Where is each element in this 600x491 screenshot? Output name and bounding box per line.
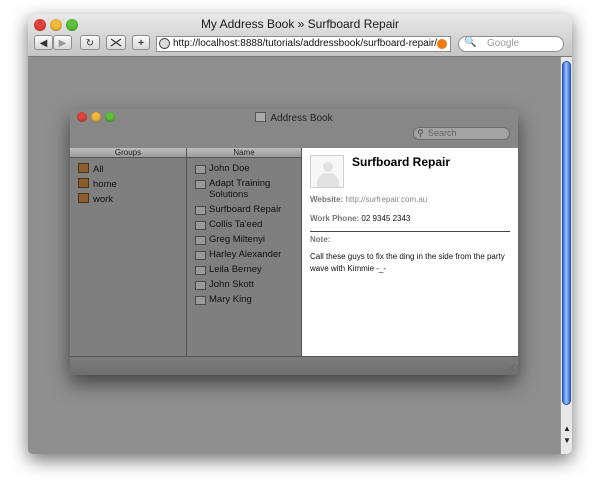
browser-window: My Address Book » Surfboard Repair ◀ ▶ ↻… [28,14,572,454]
ab-search-placeholder: Search [428,128,457,138]
contact-card-icon [195,281,206,290]
browser-title: My Address Book » Surfboard Repair [200,17,400,31]
contact-card-icon [195,266,206,275]
scroll-down-arrow[interactable]: ▼ [561,435,572,446]
name-header[interactable]: Name [187,148,302,158]
groups-column: All home work [70,158,187,356]
phone-value: 02 9345 2343 [361,214,411,223]
name-item[interactable]: Surfboard Repair [195,204,303,215]
vertical-scrollbar[interactable]: ▲ ▼ [560,57,572,454]
name-item[interactable]: Adapt Training Solutions [195,178,303,200]
reload-button[interactable]: ↻ [80,35,100,50]
ab-bottom-bar: ⟋ [70,356,518,375]
address-bar[interactable]: http://localhost:8888/tutorials/addressb… [156,36,451,52]
group-label: All [93,164,104,175]
resize-grip-icon[interactable]: ⟋ [509,363,515,373]
globe-icon [159,38,170,49]
search-icon: ⚲ [417,128,424,138]
browser-titlebar: My Address Book » Surfboard Repair ◀ ▶ ↻… [28,14,572,57]
phone-field: Work Phone: 02 9345 2343 [310,214,410,223]
name-item[interactable]: John Skott [195,279,303,290]
name-item[interactable]: Collis Ta'eed [195,219,303,230]
address-book-icon [255,112,267,122]
phone-label: Work Phone: [310,214,360,223]
group-item-work[interactable]: work [78,193,113,205]
contact-photo [310,155,344,188]
contact-detail-panel: Surfboard Repair Website: http://surfrep… [302,148,518,356]
name-item[interactable]: Mary King [195,294,303,305]
divider [310,231,510,232]
group-item-home[interactable]: home [78,178,117,190]
contact-card-icon [195,221,206,230]
contact-card-icon [195,180,206,189]
note-text: Call these guys to fix the ding in the s… [310,252,505,273]
address-book-window: Address Book ⚲ Search Groups Name All ho… [70,109,518,375]
name-item[interactable]: Leila Berney [195,264,303,275]
note-label: Note: [310,235,331,244]
google-search-field[interactable]: 🔍 Google [458,36,564,52]
add-bookmark-button[interactable]: + [132,35,150,50]
folder-icon [78,178,89,188]
scroll-up-arrow[interactable]: ▲ [561,423,572,434]
google-search-placeholder: Google [487,38,520,49]
ab-title-text: Address Book [270,113,333,124]
contact-name: Surfboard Repair [352,155,451,169]
names-column: John Doe Adapt Training Solutions Surfbo… [187,158,302,356]
browser-toolbar: ◀ ▶ ↻ + http://localhost:8888/tutorials/… [28,35,572,55]
group-item-all[interactable]: All [78,163,104,175]
contact-card-icon [195,236,206,245]
ab-title: Address Book [70,112,518,124]
group-label: home [93,179,117,190]
website-link[interactable]: http://surfrepair.com.au [345,195,427,204]
forward-button[interactable]: ▶ [53,35,72,50]
address-text: http://localhost:8888/tutorials/addressb… [173,38,438,49]
contact-card-icon [195,206,206,215]
scroll-thumb[interactable] [562,61,571,405]
person-silhouette-icon [323,162,333,172]
contact-card-icon [195,165,206,174]
name-item[interactable]: Greg Miltenyi [195,234,303,245]
contact-card-icon [195,251,206,260]
rss-icon[interactable] [437,39,447,49]
website-label: Website: [310,195,344,204]
search-icon: 🔍 [464,37,477,48]
name-item[interactable]: Harley Alexander [195,249,303,260]
group-label: work [93,194,114,205]
snippet-icon[interactable] [106,35,126,50]
contact-card-icon [195,296,206,305]
back-button[interactable]: ◀ [34,35,53,50]
scissors-icon [110,38,122,47]
name-item[interactable]: John Doe [195,163,303,174]
folder-icon [78,193,89,203]
folder-icon [78,163,89,173]
groups-header[interactable]: Groups [70,148,187,158]
website-field: Website: http://surfrepair.com.au [310,195,427,204]
ab-search-field[interactable]: ⚲ Search [413,127,510,140]
